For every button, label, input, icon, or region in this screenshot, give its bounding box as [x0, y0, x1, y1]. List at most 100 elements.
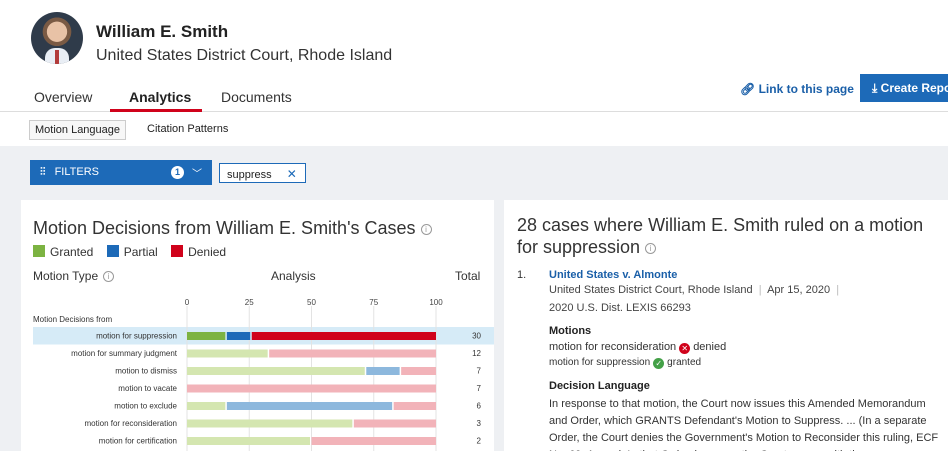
granted-icon: ✓ — [653, 358, 665, 369]
chevron-down-icon: ﹀ — [192, 169, 202, 180]
motion-decisions-card: Motion Decisions from William E. Smith's… — [21, 200, 494, 451]
tab-overview[interactable]: Overview — [34, 89, 92, 105]
category-label: motion for certification — [99, 437, 177, 446]
x-tick-label: 50 — [307, 298, 316, 307]
category-label: motion to exclude — [114, 402, 177, 411]
filter-chip-suppress[interactable]: suppress ✕ — [219, 163, 306, 183]
chart-legend: Granted Partial Denied — [33, 245, 236, 259]
case-number: 1. — [517, 269, 527, 281]
legend-granted: Granted — [33, 245, 93, 259]
legend-granted-swatch — [33, 245, 45, 257]
download-icon: ⤓ — [872, 81, 878, 95]
filter-sliders-icon: ⫶⫶ — [40, 166, 46, 178]
bar-segment-granted — [187, 349, 268, 358]
column-header-analysis: Analysis — [271, 269, 316, 283]
total-label: 6 — [477, 402, 482, 411]
link-icon: 🔗︎ — [740, 82, 756, 96]
bar-segment-denied — [269, 349, 436, 358]
legend-partial-swatch — [106, 245, 119, 257]
bar-segment-granted — [187, 332, 226, 340]
x-tick-label: 0 — [185, 298, 190, 307]
motion-line: motion for reconsideration ✕ denied — [549, 341, 726, 354]
category-label: motion for reconsideration — [85, 419, 178, 428]
category-label: motion for summary judgment — [71, 349, 178, 358]
legend-denied-label: Denied — [188, 245, 227, 259]
total-label: 3 — [477, 419, 482, 428]
motion-decisions-title: Motion Decisions from William E. Smith's… — [33, 218, 432, 239]
total-label: 7 — [477, 384, 482, 393]
legend-denied: Denied — [171, 245, 226, 259]
category-label: motion for suppression — [96, 332, 177, 341]
x-tick-label: 25 — [245, 298, 254, 307]
motion-text: motion for suppression — [549, 357, 651, 368]
motion-status: denied — [693, 341, 727, 353]
bar-segment-granted — [187, 419, 353, 428]
tab-documents[interactable]: Documents — [221, 89, 292, 105]
decision-language-text: In response to that motion, the Court no… — [549, 398, 939, 451]
legend-partial: Partial — [106, 245, 158, 259]
chart-group-label: Motion Decisions from — [33, 315, 112, 324]
close-icon[interactable]: ✕ — [287, 167, 297, 181]
x-tick-label: 100 — [429, 298, 443, 307]
filters-label: FILTERS — [54, 166, 99, 178]
legend-partial-label: Partial — [123, 245, 158, 259]
category-label: motion to vacate — [118, 384, 177, 393]
bar-segment-partial — [226, 332, 251, 340]
filters-button[interactable]: ⫶⫶ FILTERS 1 ﹀ — [30, 160, 212, 185]
total-label: 12 — [472, 349, 481, 358]
legend-granted-label: Granted — [50, 245, 94, 259]
decision-language-heading: Decision Language — [549, 380, 650, 392]
bar-segment-denied — [311, 437, 436, 445]
link-to-page-label: Link to this page — [758, 82, 854, 96]
denied-icon: ✕ — [679, 343, 691, 354]
judge-avatar — [31, 12, 83, 64]
column-header-total: Total — [455, 269, 481, 283]
subtab-motion-language[interactable]: Motion Language — [29, 120, 127, 140]
case-citation: 2020 U.S. Dist. LEXIS 66293 — [549, 302, 691, 314]
active-tab-indicator — [110, 109, 202, 112]
judge-name: William E. Smith — [96, 22, 229, 41]
bar-segment-partial — [226, 402, 393, 410]
bar-segment-denied — [401, 367, 436, 375]
link-to-page-button[interactable]: 🔗︎ Link to this page — [740, 82, 854, 96]
category-label: motion to dismiss — [115, 367, 177, 376]
filter-chip-label: suppress — [227, 169, 272, 181]
cases-card: 28 cases where William E. Smith ruled on… — [504, 200, 948, 451]
total-label: 2 — [477, 437, 482, 446]
bar-segment-denied — [353, 419, 436, 428]
total-label: 7 — [477, 367, 482, 376]
bar-segment-denied — [393, 402, 436, 410]
x-tick-label: 75 — [369, 298, 378, 307]
main-tabs: Overview Analytics Documents 🔗︎ Link to … — [0, 74, 948, 112]
bar-segment-granted — [187, 437, 310, 445]
case-meta: United States District Court, Rhode Isla… — [549, 284, 840, 296]
bar-segment-denied — [187, 384, 436, 393]
create-report-button[interactable]: ⤓ Create Repo — [860, 74, 948, 102]
info-icon[interactable]: i — [103, 271, 115, 283]
total-label: 30 — [472, 332, 481, 341]
case-title-link[interactable]: United States v. Almonte — [549, 269, 677, 281]
profile-header: William E. Smith United States District … — [0, 0, 948, 112]
motion-status: granted — [667, 357, 702, 368]
sub-tabs: Motion Language Citation Patterns — [0, 113, 948, 146]
motion-line: motion for suppression ✓ granted — [549, 357, 701, 369]
cases-title: 28 cases where William E. Smith ruled on… — [517, 214, 947, 258]
bar-segment-partial — [366, 367, 400, 375]
tab-analytics[interactable]: Analytics — [129, 89, 191, 105]
info-icon[interactable]: i — [645, 242, 657, 254]
case-court: United States District Court, Rhode Isla… — [549, 284, 753, 296]
motion-type-label: Motion Type — [33, 269, 99, 283]
create-report-label: Create Repo — [880, 81, 948, 95]
column-header-motion-type: Motion Type i — [33, 269, 115, 283]
motions-heading: Motions — [549, 325, 592, 337]
motion-text: motion for reconsideration — [549, 341, 677, 353]
cases-title-text: 28 cases where William E. Smith ruled on… — [517, 215, 924, 257]
subtab-citation-patterns[interactable]: Citation Patterns — [142, 120, 233, 138]
legend-denied-swatch — [171, 245, 184, 257]
motion-decisions-chart: Motion Decisions from 0 25 50 75 100 motion fo… — [33, 298, 494, 451]
bar-segment-denied — [251, 332, 436, 340]
case-date: Apr 15, 2020 — [767, 284, 831, 296]
info-icon[interactable]: i — [420, 223, 432, 235]
bar-segment-granted — [187, 402, 226, 410]
bar-segment-granted — [187, 367, 365, 375]
